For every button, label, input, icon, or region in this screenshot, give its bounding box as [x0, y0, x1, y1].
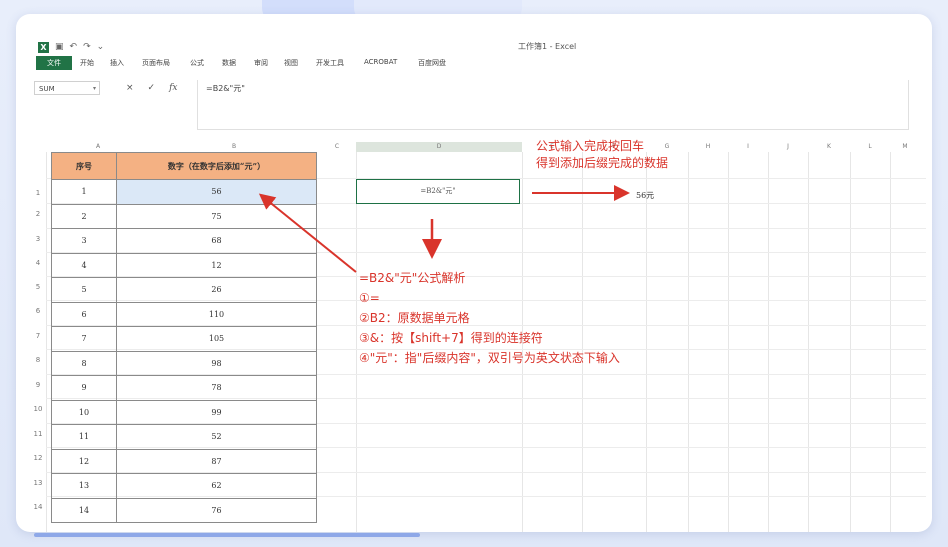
bottom-progress-bar [34, 533, 420, 537]
arrow-to-source-cell [258, 193, 357, 273]
screenshot-card: X ▣ ↶ ↷ ⌄ 工作簿1 - Excel 文件 开始 插入 页面布局 公式 … [16, 14, 932, 532]
annotation-arrows [258, 185, 630, 273]
